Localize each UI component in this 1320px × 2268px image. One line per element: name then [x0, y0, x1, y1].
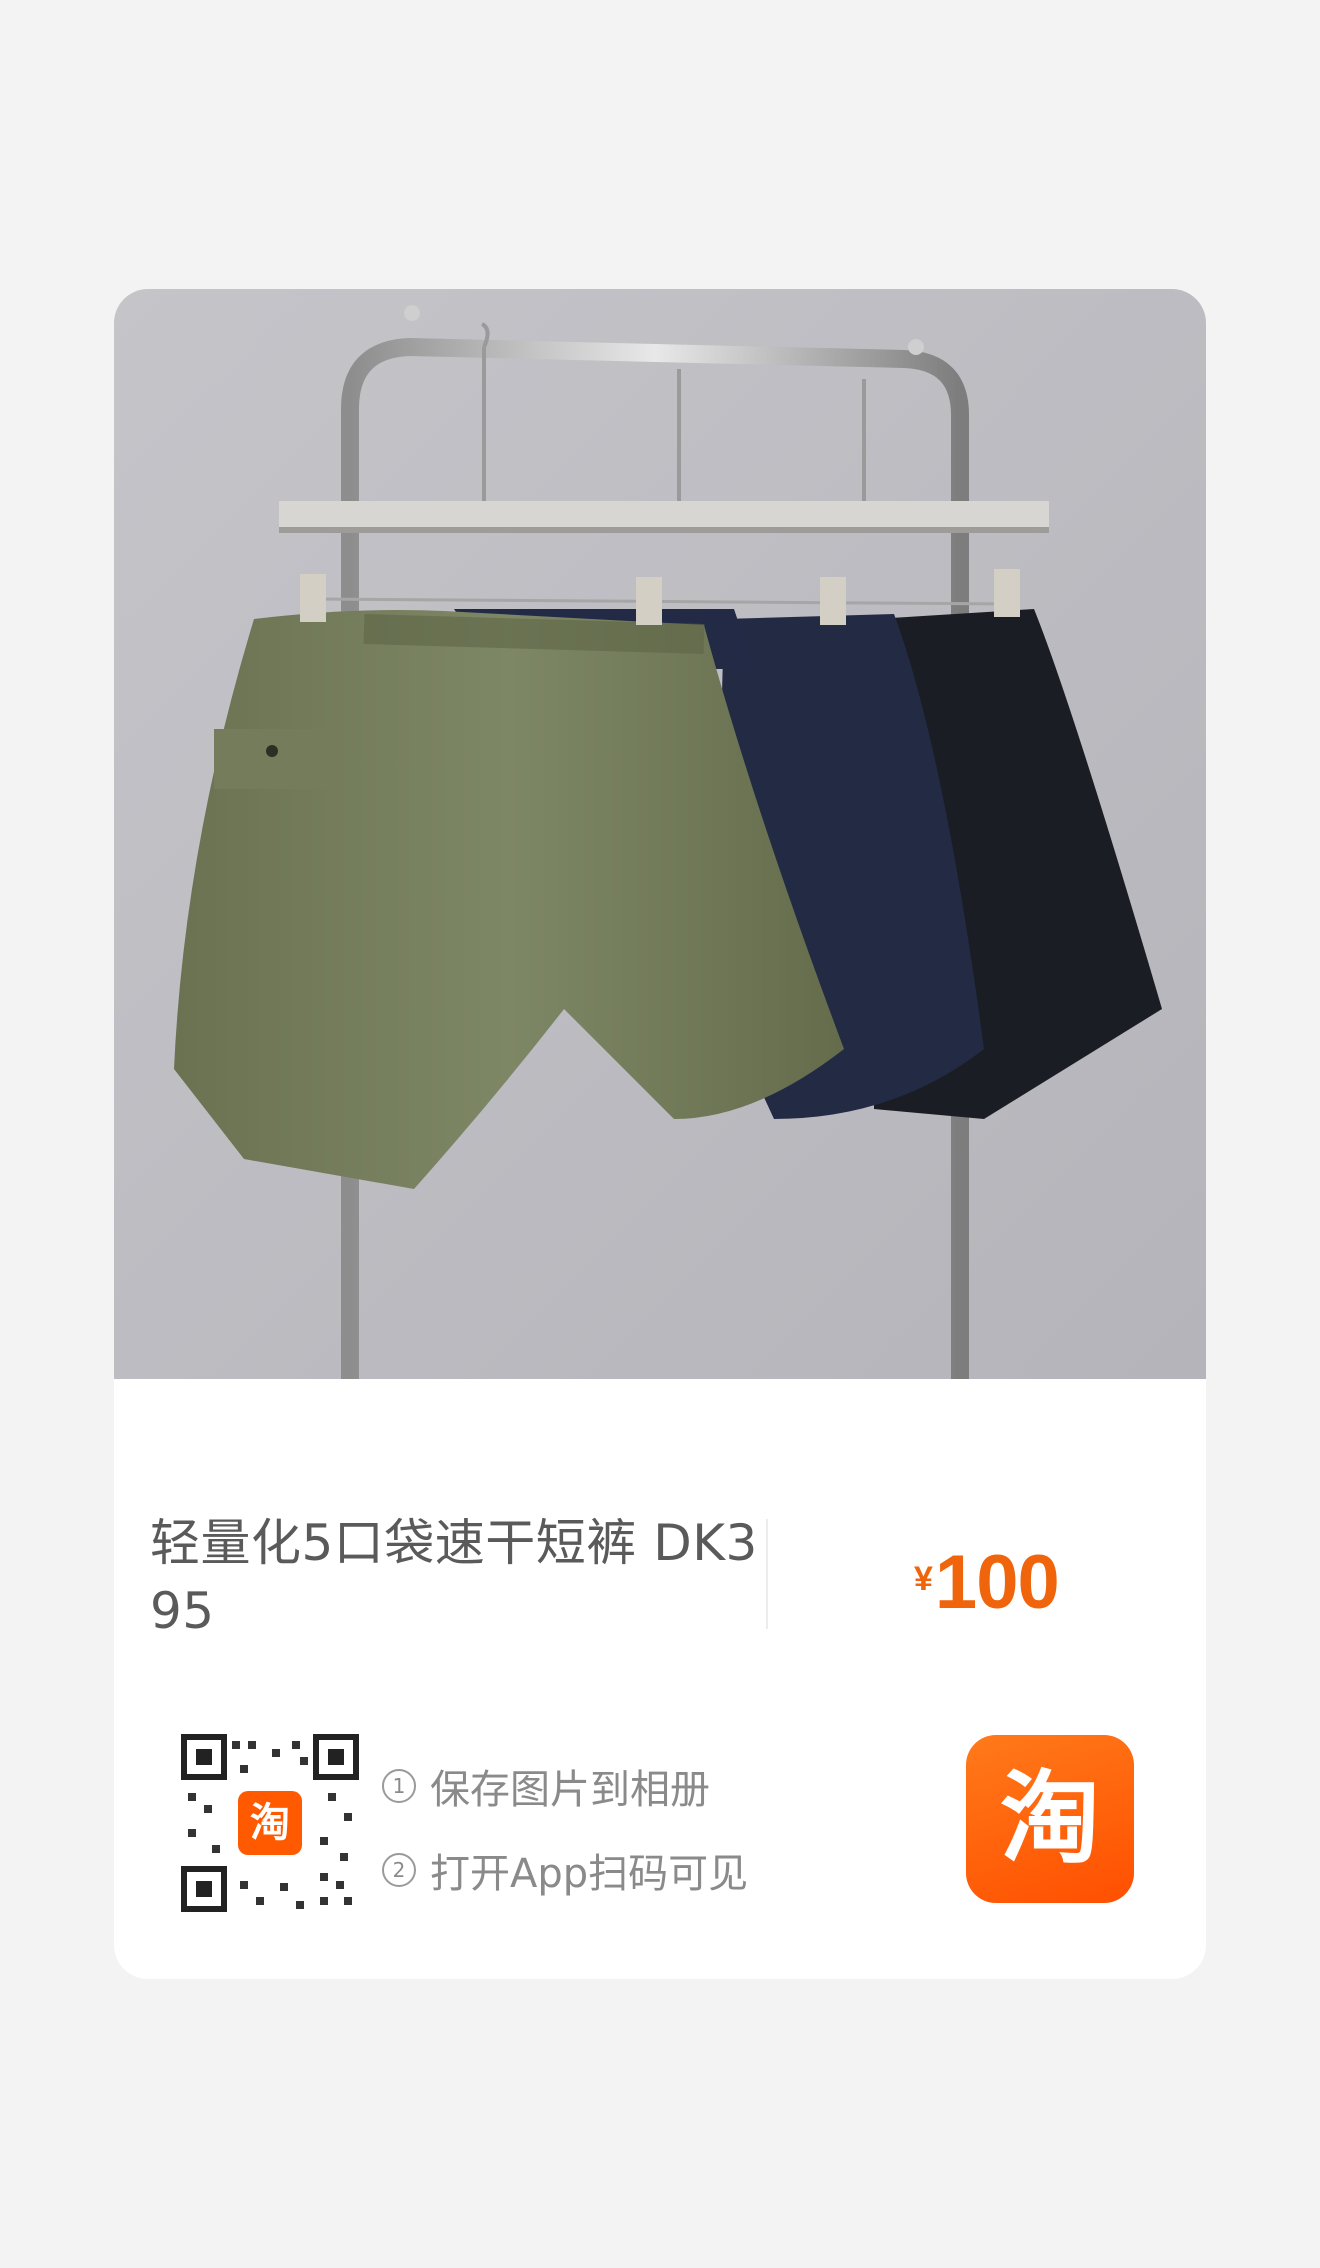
qr-code-icon[interactable]: 淘 [180, 1733, 360, 1913]
product-title: 轻量化5口袋速干短裤 DK395 [150, 1514, 758, 1640]
instruction-save-text: 保存图片到相册 [430, 1767, 710, 1813]
step-number-1: 1 [382, 1769, 416, 1803]
divider [766, 1519, 768, 1629]
instruction-scan-text: 打开App扫码可见 [430, 1851, 749, 1897]
price-amount: 100 [934, 1540, 1060, 1625]
share-card: 轻量化5口袋速干短裤 DK395 ¥100 淘 1 保存图片到相册 2 打开Ap… [114, 289, 1206, 1979]
step-number-2: 2 [382, 1853, 416, 1887]
qr-center-badge: 淘 [250, 1800, 290, 1846]
product-photo [114, 289, 1206, 1379]
instruction-save: 1 保存图片到相册 [382, 1757, 710, 1815]
taobao-logo-icon[interactable]: 淘 [966, 1735, 1134, 1903]
currency-symbol: ¥ [914, 1560, 933, 1598]
product-price: ¥100 [914, 1539, 1060, 1626]
instruction-scan: 2 打开App扫码可见 [382, 1841, 748, 1899]
